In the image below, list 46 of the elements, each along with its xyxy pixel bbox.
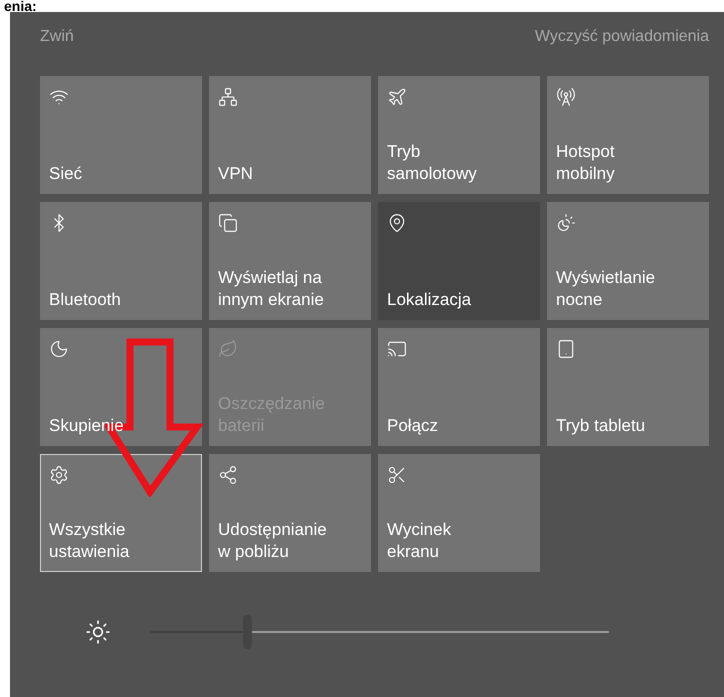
tile-label: Wyświetlaj na innym ekranie	[218, 267, 325, 311]
quick-action-tile[interactable]: Tryb tabletu	[547, 328, 709, 446]
quick-action-tile[interactable]: Wyświetlanie nocne	[547, 202, 709, 320]
quick-action-tile[interactable]: Połącz	[378, 328, 540, 446]
network-icon	[218, 87, 238, 107]
sun-icon	[556, 213, 576, 233]
collapse-link[interactable]: Zwiń	[40, 28, 74, 46]
settings-icon	[49, 465, 69, 485]
cast-icon	[387, 339, 407, 359]
tile-label: Wszystkie ustawienia	[49, 519, 130, 563]
quick-action-tile[interactable]: Wszystkie ustawienia	[40, 454, 202, 572]
antenna-icon	[556, 87, 576, 107]
tile-label: Skupienie	[49, 415, 125, 437]
moon-icon	[49, 339, 69, 359]
tile-label: Udostępnianie w pobliżu	[218, 519, 328, 563]
tile-label: VPN	[218, 163, 254, 185]
quick-action-tile[interactable]: Wyświetlaj na innym ekranie	[209, 202, 371, 320]
quick-action-tile[interactable]: Udostępnianie w pobliżu	[209, 454, 371, 572]
tile-label: Bluetooth	[49, 289, 122, 311]
caption-text: enia:	[3, 0, 38, 12]
quick-action-tile[interactable]: VPN	[209, 76, 371, 194]
quick-action-tile[interactable]: Bluetooth	[40, 202, 202, 320]
tile-label: Tryb tabletu	[556, 415, 646, 437]
share-icon	[218, 465, 238, 485]
brightness-slider[interactable]	[151, 615, 609, 649]
quick-action-tile[interactable]: Sieć	[40, 76, 202, 194]
quick-action-tile[interactable]: Wycinek ekranu	[378, 454, 540, 572]
map-pin-icon	[387, 213, 407, 233]
tablet-icon	[556, 339, 576, 359]
quick-action-tile[interactable]: Lokalizacja	[378, 202, 540, 320]
brightness-icon	[85, 619, 111, 645]
quick-action-tile[interactable]: Hotspot mobilny	[547, 76, 709, 194]
quick-action-tile[interactable]: Tryb samolotowy	[378, 76, 540, 194]
tile-label: Wyświetlanie nocne	[556, 267, 656, 311]
slider-thumb[interactable]	[243, 615, 252, 649]
tile-label: Wycinek ekranu	[387, 519, 452, 563]
tile-label: Połącz	[387, 415, 440, 437]
tile-label: Tryb samolotowy	[387, 141, 478, 185]
airplane-icon	[387, 87, 407, 107]
screens-icon	[218, 213, 238, 233]
clear-notifications-link[interactable]: Wyczyść powiadomienia	[534, 28, 709, 46]
tile-label: Sieć	[49, 163, 84, 185]
tile-label: Lokalizacja	[387, 289, 472, 311]
tile-label: Hotspot mobilny	[556, 141, 616, 185]
leaf-icon	[218, 339, 238, 359]
scissors-icon	[387, 465, 407, 485]
